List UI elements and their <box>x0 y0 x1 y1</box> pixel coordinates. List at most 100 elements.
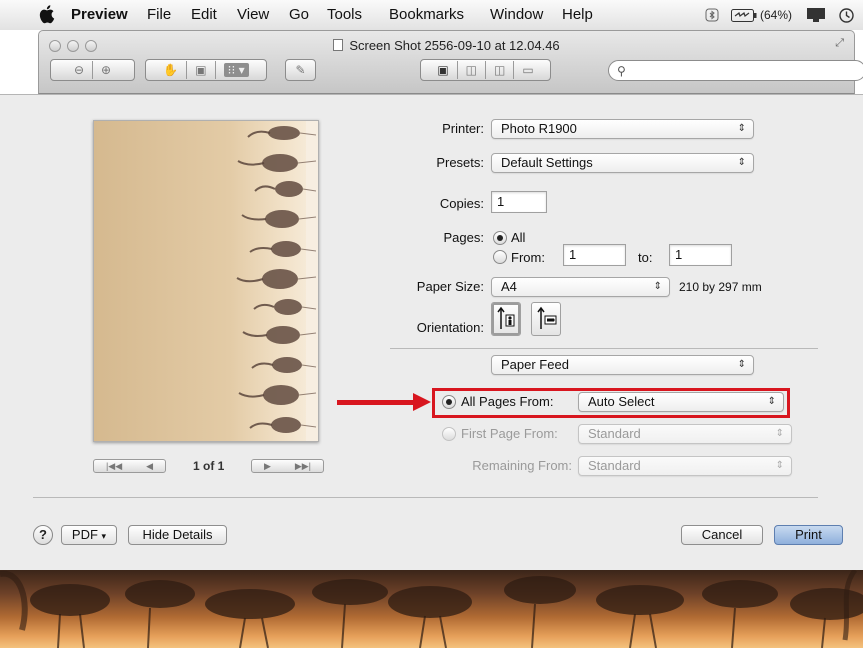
section-value: Paper Feed <box>501 357 569 372</box>
zoom-segmented-control[interactable]: ⊖ ⊕ <box>50 59 135 81</box>
annotation-arrow <box>337 400 415 405</box>
portrait-orientation-button[interactable] <box>491 302 521 336</box>
pager-prev-control[interactable]: |◀◀ ◀ <box>93 459 166 473</box>
all-pages-from-label: All Pages From: <box>461 394 554 409</box>
first-page-icon[interactable]: |◀◀ <box>106 461 122 472</box>
remaining-from-value: Standard <box>588 458 641 473</box>
desktop-background-photo <box>0 570 863 648</box>
view-sheet-icon[interactable]: ▭ <box>522 63 533 77</box>
menu-tools[interactable]: Tools <box>327 7 362 23</box>
section-popup[interactable]: Paper Feed ⇕ <box>491 355 754 375</box>
printer-label: Printer: <box>442 121 484 136</box>
zoom-out-icon[interactable]: ⊖ <box>74 63 84 77</box>
all-pages-from-radio[interactable] <box>442 395 456 409</box>
paper-size-value: A4 <box>501 279 517 294</box>
last-page-icon[interactable]: ▶▶| <box>295 461 311 472</box>
section-divider <box>390 348 818 349</box>
search-input[interactable]: ⚲ <box>608 60 863 81</box>
fullscreen-icon[interactable]: ⤢ <box>835 37 844 50</box>
popup-arrows-icon: ⇕ <box>775 460 784 471</box>
cancel-button[interactable]: Cancel <box>681 525 763 545</box>
menu-app-preview[interactable]: Preview <box>71 7 128 23</box>
pages-to-label: to: <box>638 250 653 265</box>
view-mode-control[interactable]: ▣ ◫ ◫ ▭ <box>420 59 551 81</box>
remaining-from-popup[interactable]: Standard ⇕ <box>578 456 792 476</box>
apple-icon[interactable] <box>38 4 56 24</box>
pages-all-label: All <box>511 230 526 245</box>
next-page-icon[interactable]: ▶ <box>264 461 271 472</box>
popup-arrows-icon: ⇕ <box>653 281 662 292</box>
hide-details-button[interactable]: Hide Details <box>128 525 227 545</box>
view-thumbnails-icon[interactable]: ◫ <box>466 63 477 77</box>
first-page-from-label: First Page From: <box>461 426 558 441</box>
text-select-icon[interactable]: ▣ <box>195 63 206 77</box>
pager-next-control[interactable]: ▶ ▶▶| <box>251 459 324 473</box>
help-button[interactable]: ? <box>33 525 53 545</box>
flamingo-desktop-photo <box>0 570 863 648</box>
annotation-arrow-head <box>413 393 431 411</box>
view-contact-icon[interactable]: ◫ <box>494 63 505 77</box>
menu-file[interactable]: File <box>147 7 171 23</box>
battery-percentage: (64%) <box>760 8 793 22</box>
pages-range-radio[interactable] <box>493 250 507 264</box>
menu-help[interactable]: Help <box>562 7 593 23</box>
pencil-icon: ✎ <box>295 63 306 77</box>
view-mode-icon[interactable]: ▣ <box>437 63 448 77</box>
preview-window-toolbar: Screen Shot 2556-09-10 at 12.04.46 ⤢ ⊖ ⊕ … <box>38 30 863 94</box>
tool-segmented-control[interactable]: ✋ ▣ ⁝⁝ ▾ <box>145 59 267 81</box>
pages-to-field[interactable]: 1 <box>669 244 732 266</box>
paper-size-dimensions: 210 by 297 mm <box>679 280 762 294</box>
first-page-from-radio[interactable] <box>442 427 456 441</box>
prev-page-icon[interactable]: ◀ <box>146 461 153 472</box>
document-icon <box>333 39 344 51</box>
menu-bookmarks[interactable]: Bookmarks <box>389 7 464 23</box>
presets-value: Default Settings <box>501 155 593 170</box>
bluetooth-icon[interactable] <box>705 8 719 22</box>
battery-icon[interactable] <box>731 9 757 22</box>
copies-field[interactable]: 1 <box>491 191 547 213</box>
menu-window[interactable]: Window <box>490 7 543 23</box>
first-page-from-value: Standard <box>588 426 641 441</box>
hand-icon[interactable]: ✋ <box>163 63 178 77</box>
window-title-text: Screen Shot 2556-09-10 at 12.04.46 <box>349 38 560 53</box>
portrait-icon <box>497 306 515 329</box>
paper-size-popup[interactable]: A4 ⇕ <box>491 277 670 297</box>
popup-arrows-icon: ⇕ <box>775 428 784 439</box>
landscape-icon <box>537 306 557 329</box>
chevron-down-icon: ▾ <box>101 531 107 541</box>
remaining-from-label: Remaining From: <box>472 458 572 473</box>
all-pages-from-popup[interactable]: Auto Select ⇕ <box>578 392 784 412</box>
paper-size-label: Paper Size: <box>416 279 484 294</box>
window-title: Screen Shot 2556-09-10 at 12.04.46 <box>39 38 854 53</box>
printer-popup[interactable]: Photo R1900 ⇕ <box>491 119 754 139</box>
flamingo-photo <box>94 121 318 441</box>
first-page-from-popup[interactable]: Standard ⇕ <box>578 424 792 444</box>
copies-label: Copies: <box>439 196 484 211</box>
pages-from-field[interactable]: 1 <box>563 244 626 266</box>
pdf-button-label: PDF <box>71 527 98 542</box>
pdf-menu-button[interactable]: PDF ▾ <box>61 525 117 545</box>
pages-from-label: From: <box>511 250 545 265</box>
popup-arrows-icon: ⇕ <box>767 396 776 407</box>
pages-all-radio[interactable] <box>493 231 507 245</box>
print-preview-page <box>93 120 319 442</box>
presets-label: Presets: <box>436 155 484 170</box>
menu-edit[interactable]: Edit <box>191 7 217 23</box>
footer-divider <box>33 497 818 498</box>
menu-view[interactable]: View <box>237 7 269 23</box>
printer-value: Photo R1900 <box>501 121 577 136</box>
edit-button[interactable]: ✎ <box>285 59 316 81</box>
time-machine-icon[interactable] <box>838 7 855 24</box>
annotate-icon[interactable]: ⁝⁝ ▾ <box>223 63 249 77</box>
zoom-in-icon[interactable]: ⊕ <box>101 63 111 77</box>
popup-arrows-icon: ⇕ <box>737 123 746 134</box>
display-icon[interactable] <box>806 7 826 23</box>
popup-arrows-icon: ⇕ <box>737 157 746 168</box>
print-button[interactable]: Print <box>774 525 843 545</box>
landscape-orientation-button[interactable] <box>531 302 561 336</box>
page-count: 1 of 1 <box>193 459 225 473</box>
presets-popup[interactable]: Default Settings ⇕ <box>491 153 754 173</box>
search-icon: ⚲ <box>617 64 626 78</box>
menu-go[interactable]: Go <box>289 7 309 23</box>
menu-bar: Preview File Edit View Go Tools Bookmark… <box>0 0 863 30</box>
